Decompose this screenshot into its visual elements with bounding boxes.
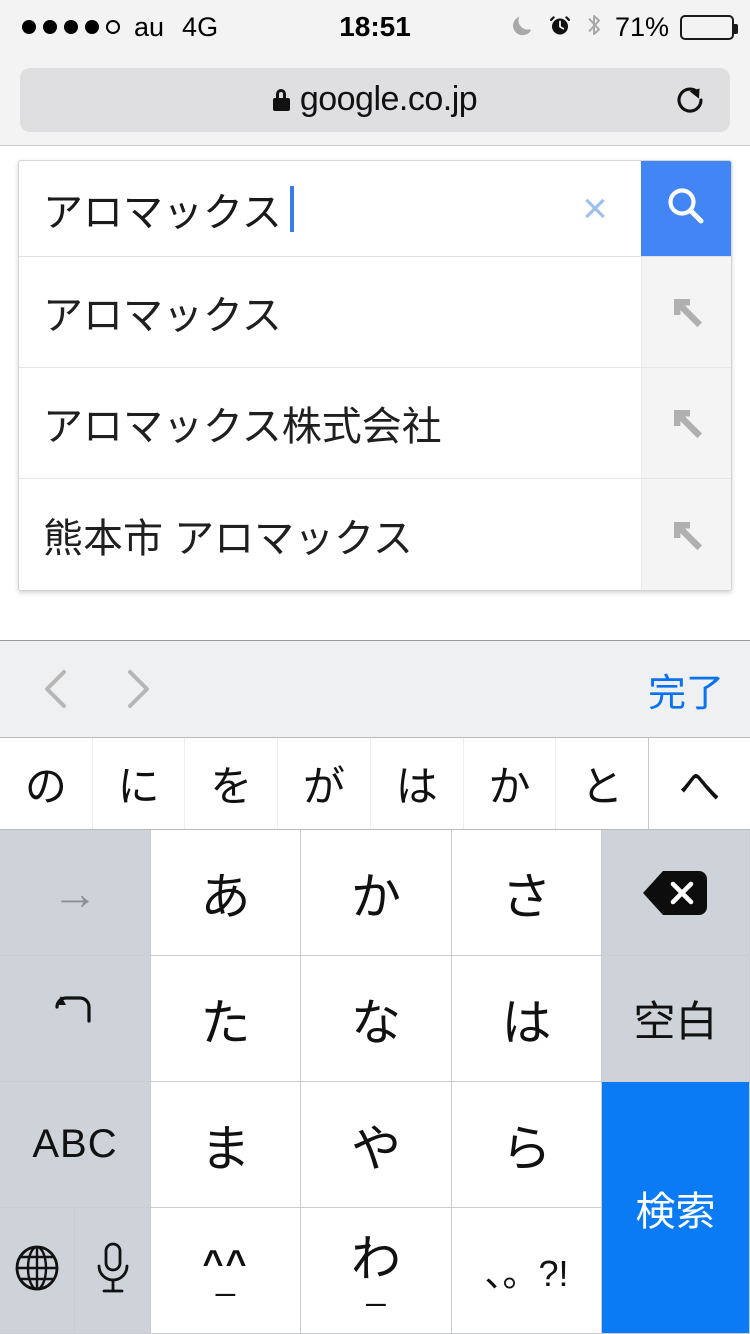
search-key[interactable]: 検索 xyxy=(602,1082,750,1334)
suggestion-label: アロマックス xyxy=(43,294,282,338)
iphone-screen: au 4G 18:51 71% google.co.jp アロマックス × アロ… xyxy=(0,0,750,1334)
moon-icon xyxy=(510,12,536,43)
suggestion-label: 熊本市 アロマックス xyxy=(43,516,413,561)
candidate-item[interactable]: が xyxy=(278,738,371,829)
keyboard-keys-grid: → あ か さ た な は 空白 ABC ま や ら 検索 ^^ _ わ _ 、… xyxy=(0,830,750,1334)
microphone-icon xyxy=(90,1239,136,1302)
battery-percent-label: 71% xyxy=(614,11,669,42)
delete-key[interactable] xyxy=(602,830,750,956)
arrow-right-icon: → xyxy=(52,866,98,919)
na-row-key[interactable]: な xyxy=(301,956,452,1082)
abc-key[interactable]: ABC xyxy=(0,1082,151,1208)
url-label: google.co.jp xyxy=(299,80,478,118)
status-bar-right: 71% xyxy=(510,11,738,44)
software-keyboard: 完了 の に を が は か と へ → あ か さ た な は 空白 ABC … xyxy=(0,640,750,1334)
list-item[interactable]: アロマックス株式会社 xyxy=(19,368,731,479)
arrow-up-left-icon[interactable] xyxy=(641,479,731,590)
candidate-list: の に を が は か と xyxy=(0,738,648,829)
globe-icon xyxy=(9,1240,65,1301)
arrow-up-left-icon[interactable] xyxy=(641,368,731,478)
search-suggestion-card: アロマックス × アロマックス アロマックス株式会社 熊本市 アロマックス xyxy=(18,160,732,591)
ka-row-key[interactable]: か xyxy=(301,830,452,956)
search-input[interactable]: アロマックス xyxy=(19,161,549,256)
chevron-right-icon[interactable] xyxy=(108,660,166,718)
candidate-item[interactable]: に xyxy=(93,738,186,829)
cursor-right-key[interactable]: → xyxy=(0,830,151,956)
sa-row-key[interactable]: さ xyxy=(452,830,602,956)
ta-row-key[interactable]: た xyxy=(151,956,301,1082)
space-key[interactable]: 空白 xyxy=(602,956,750,1082)
candidate-bar: の に を が は か と へ xyxy=(0,738,750,830)
bluetooth-icon xyxy=(584,11,604,44)
ha-row-key[interactable]: は xyxy=(452,956,602,1082)
battery-icon xyxy=(680,14,738,40)
reload-icon[interactable] xyxy=(672,82,708,118)
keyboard-accessory-toolbar: 完了 xyxy=(0,640,750,738)
emoticon-key[interactable]: ^^ _ xyxy=(151,1208,301,1334)
search-input-row: アロマックス × xyxy=(19,161,731,257)
candidate-item[interactable]: を xyxy=(185,738,279,829)
chevron-left-icon[interactable] xyxy=(28,660,86,718)
list-item[interactable]: アロマックス xyxy=(19,257,731,368)
candidate-item[interactable]: か xyxy=(464,738,557,829)
ma-row-key[interactable]: ま xyxy=(151,1082,301,1208)
candidate-item[interactable]: は xyxy=(371,738,464,829)
address-bar[interactable]: google.co.jp xyxy=(20,67,730,132)
undo-icon xyxy=(45,983,105,1055)
search-submit-button[interactable] xyxy=(641,161,731,256)
lock-icon xyxy=(272,88,290,111)
emoticon-underscore: _ xyxy=(216,1259,235,1298)
search-query-text: アロマックス xyxy=(43,190,282,235)
arrow-up-left-icon[interactable] xyxy=(641,257,731,367)
magnifier-icon xyxy=(662,182,710,235)
status-bar: au 4G 18:51 71% xyxy=(0,0,750,54)
dictation-key[interactable] xyxy=(75,1208,150,1333)
candidate-item[interactable]: と xyxy=(556,738,648,829)
wa-row-key[interactable]: わ _ xyxy=(301,1208,452,1334)
punctuation-key[interactable]: 、。?! xyxy=(452,1208,602,1334)
undo-key[interactable] xyxy=(0,956,151,1082)
backspace-icon xyxy=(639,867,713,919)
keyboard-done-button[interactable]: 完了 xyxy=(648,662,724,717)
clear-search-button[interactable]: × xyxy=(549,161,641,256)
ya-row-key[interactable]: や xyxy=(301,1082,452,1208)
wa-underscore: _ xyxy=(366,1269,386,1308)
keyboard-row4-left-group xyxy=(0,1208,151,1334)
candidate-expand-button[interactable]: へ xyxy=(648,738,750,829)
candidate-item[interactable]: の xyxy=(0,738,93,829)
text-cursor xyxy=(289,185,294,232)
list-item[interactable]: 熊本市 アロマックス xyxy=(19,479,731,590)
suggestion-label: アロマックス株式会社 xyxy=(43,405,442,449)
globe-key[interactable] xyxy=(0,1208,75,1333)
alarm-icon xyxy=(547,12,573,43)
ra-row-key[interactable]: ら xyxy=(452,1082,602,1208)
a-row-key[interactable]: あ xyxy=(151,830,301,956)
browser-toolbar: google.co.jp xyxy=(0,54,750,146)
